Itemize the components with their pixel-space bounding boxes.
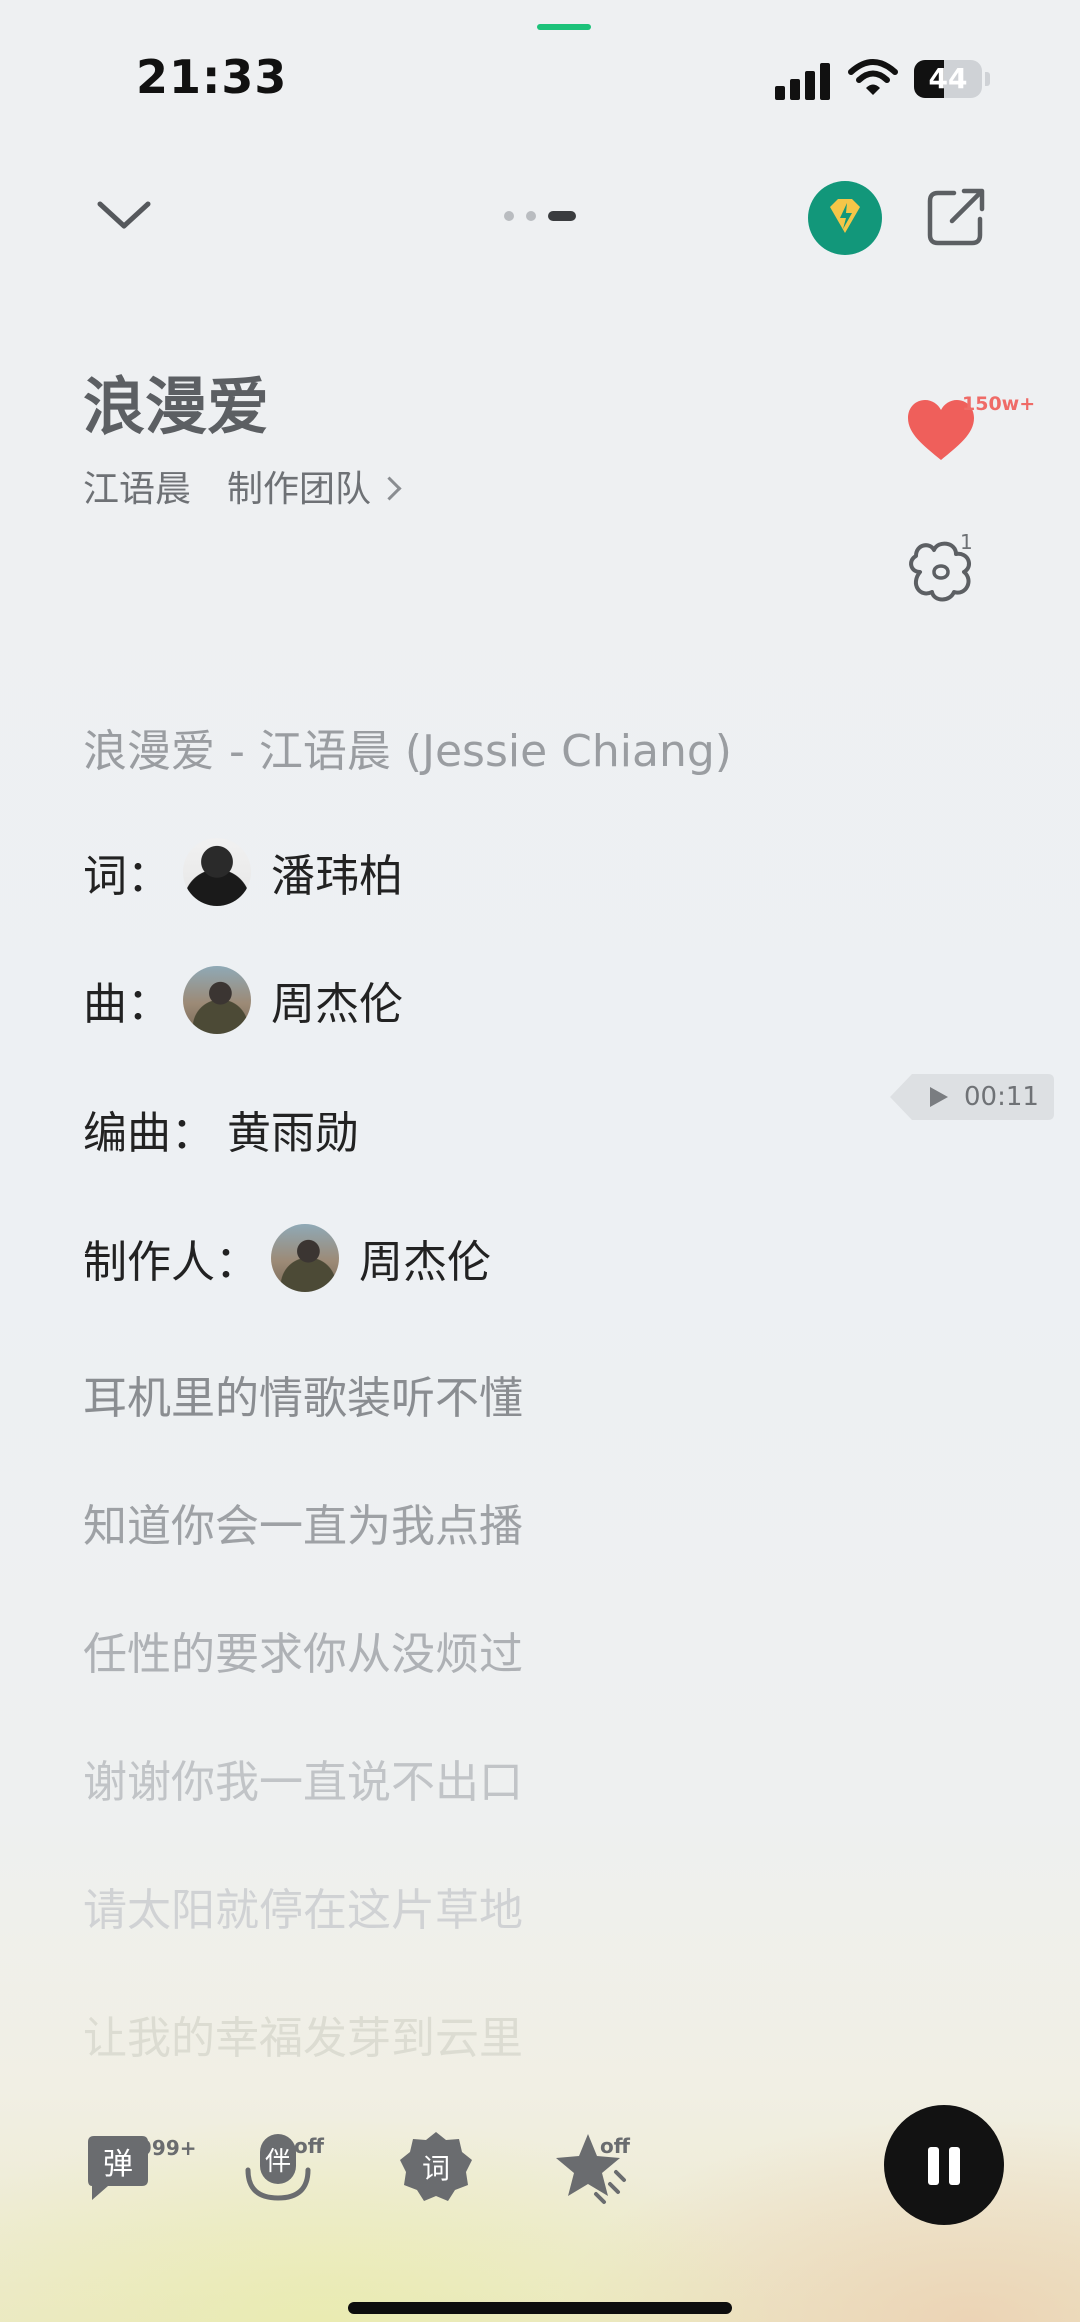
lyric-line[interactable]: 谢谢你我一直说不出口 xyxy=(83,1746,523,1810)
cellular-signal-icon xyxy=(775,60,831,100)
accompany-state: off xyxy=(294,2134,324,2158)
danmaku-glyph: 弹 xyxy=(103,2147,133,2182)
sound-effect-state: off xyxy=(600,2134,630,2158)
vip-diamond-button[interactable] xyxy=(808,181,882,255)
credit-name[interactable]: 潘玮柏 xyxy=(271,840,403,904)
credit-label: 曲： xyxy=(83,979,171,1030)
seek-time: 00:11 xyxy=(964,1082,1039,1112)
lyrics-badge-icon: 词 xyxy=(400,2132,472,2201)
lyric-line[interactable]: 耳机里的情歌装听不懂 xyxy=(83,1362,523,1426)
credit-name: 黄雨勋 xyxy=(227,1108,359,1159)
share-icon[interactable] xyxy=(922,185,988,251)
seek-to-line-button[interactable]: 00:11 xyxy=(890,1074,1054,1120)
lyric-line[interactable]: 任性的要求你从没烦过 xyxy=(83,1618,523,1682)
pause-icon xyxy=(928,2147,939,2185)
credit-name[interactable]: 周杰伦 xyxy=(271,968,403,1032)
credit-label: 编曲： xyxy=(83,1108,215,1159)
lyric-header: 浪漫爱 - 江语晨 (Jessie Chiang) xyxy=(83,726,732,777)
pause-icon xyxy=(949,2147,960,2185)
lyric-line[interactable]: 请太阳就停在这片草地 xyxy=(83,1874,523,1938)
credit-name[interactable]: 周杰伦 xyxy=(359,1226,491,1290)
battery-icon: 44 xyxy=(914,60,982,98)
battery-tip xyxy=(985,72,990,86)
collapse-chevron-icon[interactable] xyxy=(94,190,154,240)
comment-count: 1 xyxy=(960,530,973,554)
lyrics-style-button[interactable]: 词 xyxy=(396,2128,476,2208)
danmaku-count: 999+ xyxy=(138,2136,197,2160)
diamond-bolt-icon xyxy=(830,199,860,233)
home-indicator[interactable] xyxy=(348,2302,732,2314)
credit-composer: 曲： 周杰伦 xyxy=(83,966,403,1034)
pause-button[interactable] xyxy=(884,2105,1004,2225)
avatar[interactable] xyxy=(183,838,251,906)
status-time: 21:33 xyxy=(136,50,288,104)
chevron-right-icon xyxy=(377,476,402,501)
accompany-glyph: 伴 xyxy=(265,2147,291,2177)
lyrics-glyph: 词 xyxy=(422,2152,450,2185)
credit-lyricist: 词： 潘玮柏 xyxy=(83,838,403,906)
credit-arranger: 编曲： 黄雨勋 xyxy=(83,1097,359,1161)
avatar[interactable] xyxy=(271,1224,339,1292)
artist-name[interactable]: 江语晨 xyxy=(83,469,191,510)
credit-label: 词： xyxy=(83,851,171,902)
credit-label: 制作人： xyxy=(83,1237,259,1288)
avatar[interactable] xyxy=(183,966,251,1034)
drag-handle[interactable] xyxy=(537,24,591,30)
battery-level: 44 xyxy=(928,62,968,95)
like-count: 150w+ xyxy=(962,393,1036,415)
credit-producer: 制作人： 周杰伦 xyxy=(83,1224,491,1292)
lyric-line[interactable]: 让我的幸福发芽到云里 xyxy=(83,2002,523,2066)
song-title: 浪漫爱 xyxy=(83,370,270,443)
artist-line: 江语晨 制作团队 xyxy=(83,460,402,512)
production-team-link[interactable]: 制作团队 xyxy=(227,469,371,510)
wifi-icon xyxy=(848,59,898,95)
lyric-line[interactable]: 知道你会一直为我点播 xyxy=(83,1490,523,1554)
